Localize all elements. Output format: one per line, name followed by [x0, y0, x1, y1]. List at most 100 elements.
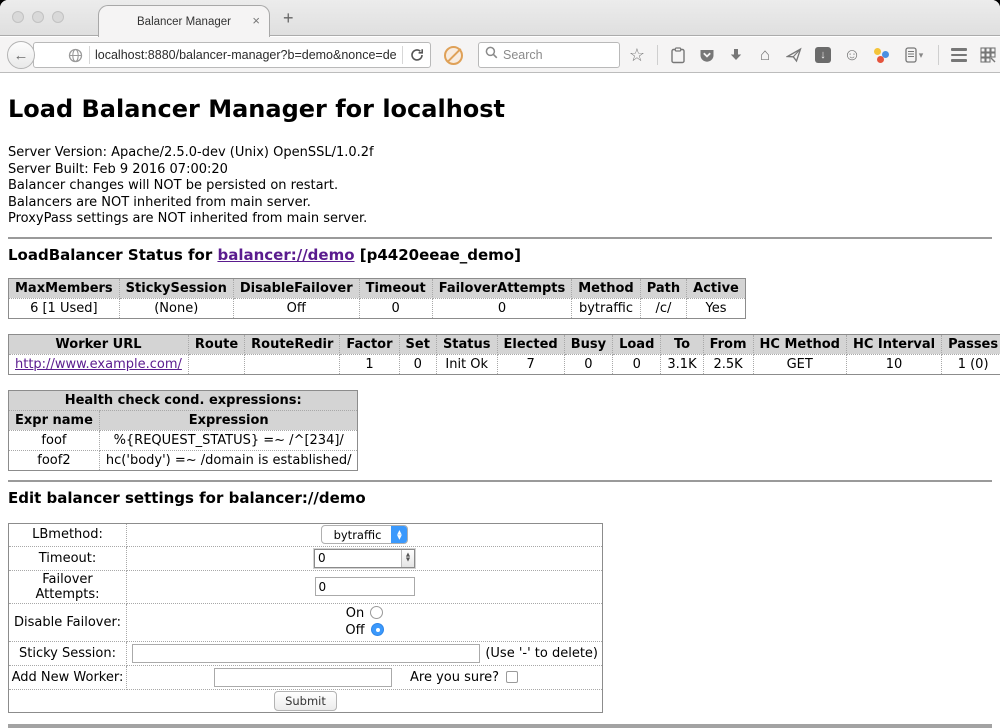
- clipboard-icon[interactable]: [669, 45, 687, 65]
- disable-failover-label: Disable Failover:: [9, 603, 127, 641]
- bookmark-star-icon[interactable]: ☆: [628, 45, 646, 65]
- cell-load: 0: [613, 354, 661, 374]
- table-row: http://www.example.com/ 1 0 Init Ok 7 0 …: [9, 354, 1000, 374]
- worker-table: Worker URL Route RouteRedir Factor Set S…: [8, 334, 1000, 375]
- failover-on-radio[interactable]: [370, 606, 383, 619]
- minimize-window-button[interactable]: [32, 11, 44, 23]
- notice-line: Balancer changes will NOT be persisted o…: [8, 178, 992, 195]
- menu-hamburger-icon[interactable]: [950, 45, 968, 65]
- home-icon[interactable]: ⌂: [756, 45, 774, 65]
- server-info: Server Version: Apache/2.5.0-dev (Unix) …: [8, 145, 992, 228]
- col-elected: Elected: [497, 334, 564, 354]
- window-controls: [12, 11, 64, 23]
- search-bar[interactable]: [478, 42, 620, 68]
- col-status: Status: [436, 334, 497, 354]
- content-blocked-icon[interactable]: [444, 46, 463, 65]
- timeout-input[interactable]: [315, 550, 401, 567]
- cell-to: 3.1K: [661, 354, 703, 374]
- titlebar: Balancer Manager × +: [0, 0, 1000, 36]
- off-label: Off: [345, 623, 364, 638]
- server-version: Server Version: Apache/2.5.0-dev (Unix) …: [8, 145, 992, 162]
- back-button[interactable]: ←: [7, 41, 35, 69]
- colored-dots-extension-icon[interactable]: [872, 45, 890, 65]
- page-content: Load Balancer Manager for localhost Serv…: [0, 73, 1000, 728]
- add-worker-input[interactable]: [214, 668, 392, 687]
- urlbar-divider: [402, 46, 403, 64]
- divider: [8, 237, 992, 239]
- extension-download-icon[interactable]: ↓: [814, 45, 832, 65]
- cell-failoverattempts: 0: [432, 298, 572, 318]
- failover-off-radio[interactable]: [371, 623, 384, 636]
- chevron-down-icon: ▾: [919, 50, 924, 61]
- lbmethod-select[interactable]: bytraffic ▲▼: [321, 525, 409, 544]
- sticky-session-hint: (Use '-' to delete): [485, 646, 598, 661]
- col-active: Active: [687, 278, 746, 298]
- table-row: foof %{REQUEST_STATUS} =~ /^[234]/: [9, 430, 358, 450]
- table-header-row: MaxMembers StickySession DisableFailover…: [9, 278, 746, 298]
- cell-method: bytraffic: [572, 298, 640, 318]
- edit-settings-heading: Edit balancer settings for balancer://de…: [8, 489, 992, 507]
- col-failoverattempts: FailoverAttempts: [432, 278, 572, 298]
- col-passes: Passes: [942, 334, 1000, 354]
- form-row-failover-attempts: Failover Attempts:: [9, 570, 603, 603]
- worker-url-link[interactable]: http://www.example.com/: [15, 357, 182, 372]
- sticky-session-label: Sticky Session:: [9, 641, 127, 665]
- col-expr-name: Expr name: [9, 410, 100, 430]
- add-worker-label: Add New Worker:: [9, 665, 127, 689]
- col-timeout: Timeout: [359, 278, 432, 298]
- downloads-icon[interactable]: [727, 45, 745, 65]
- on-label: On: [346, 606, 364, 621]
- sticky-session-input[interactable]: [132, 644, 480, 663]
- cell-from: 2.5K: [703, 354, 753, 374]
- failover-attempts-input[interactable]: [315, 577, 415, 596]
- page-title: Load Balancer Manager for localhost: [8, 95, 992, 123]
- select-stepper-icon: ▲▼: [391, 526, 407, 543]
- col-path: Path: [640, 278, 686, 298]
- cell-timeout: 0: [359, 298, 432, 318]
- col-expression: Expression: [99, 410, 358, 430]
- urlbar-divider: [89, 46, 90, 64]
- navigation-toolbar: ← ☆: [0, 37, 1000, 73]
- form-row-lbmethod: LBmethod: bytraffic ▲▼: [9, 523, 603, 546]
- balancer-status-heading: LoadBalancer Status for balancer://demo …: [8, 246, 992, 264]
- new-tab-button[interactable]: +: [283, 8, 294, 29]
- grid-extension-icon[interactable]: [979, 45, 997, 65]
- maximize-window-button[interactable]: [52, 11, 64, 23]
- are-you-sure-label: Are you sure?: [410, 670, 499, 685]
- cell-expression: %{REQUEST_STATUS} =~ /^[234]/: [99, 430, 358, 450]
- send-icon[interactable]: [785, 45, 803, 65]
- toolbar-divider: [938, 45, 939, 65]
- col-hc-method: HC Method: [753, 334, 846, 354]
- form-row-timeout: Timeout: ▲▼: [9, 546, 603, 570]
- url-bar[interactable]: [33, 42, 431, 68]
- browser-tab[interactable]: Balancer Manager ×: [98, 5, 270, 37]
- timeout-input-wrap: ▲▼: [314, 549, 415, 568]
- globe-icon: [66, 45, 84, 65]
- close-window-button[interactable]: [12, 11, 24, 23]
- col-method: Method: [572, 278, 640, 298]
- col-maxmembers: MaxMembers: [9, 278, 120, 298]
- are-you-sure-checkbox[interactable]: [506, 671, 518, 683]
- cell-route: [188, 354, 244, 374]
- cell-active: Yes: [687, 298, 746, 318]
- pocket-icon[interactable]: [698, 45, 716, 65]
- cell-passes: 1 (0): [942, 354, 1000, 374]
- col-routeredir: RouteRedir: [245, 334, 340, 354]
- heading-suffix: [p4420eeae_demo]: [355, 246, 521, 264]
- url-input[interactable]: [95, 48, 397, 62]
- balancer-link[interactable]: balancer://demo: [217, 246, 354, 264]
- feedback-smiley-icon[interactable]: ☺: [843, 45, 861, 65]
- col-stickysession: StickySession: [119, 278, 233, 298]
- reload-icon[interactable]: [408, 45, 426, 65]
- close-tab-icon[interactable]: ×: [252, 14, 260, 27]
- browser-window: Balancer Manager × + ← ☆: [0, 0, 1000, 728]
- device-panel-icon[interactable]: ▾: [901, 45, 927, 65]
- table-title-row: Health check cond. expressions:: [9, 390, 358, 410]
- submit-button[interactable]: Submit: [274, 691, 337, 711]
- cell-elected: 7: [497, 354, 564, 374]
- col-factor: Factor: [340, 334, 399, 354]
- heading-prefix: LoadBalancer Status for: [8, 246, 217, 264]
- form-row-disable-failover: Disable Failover: On Off: [9, 603, 603, 641]
- number-spinner-icon[interactable]: ▲▼: [401, 550, 414, 567]
- cell-status: Init Ok: [436, 354, 497, 374]
